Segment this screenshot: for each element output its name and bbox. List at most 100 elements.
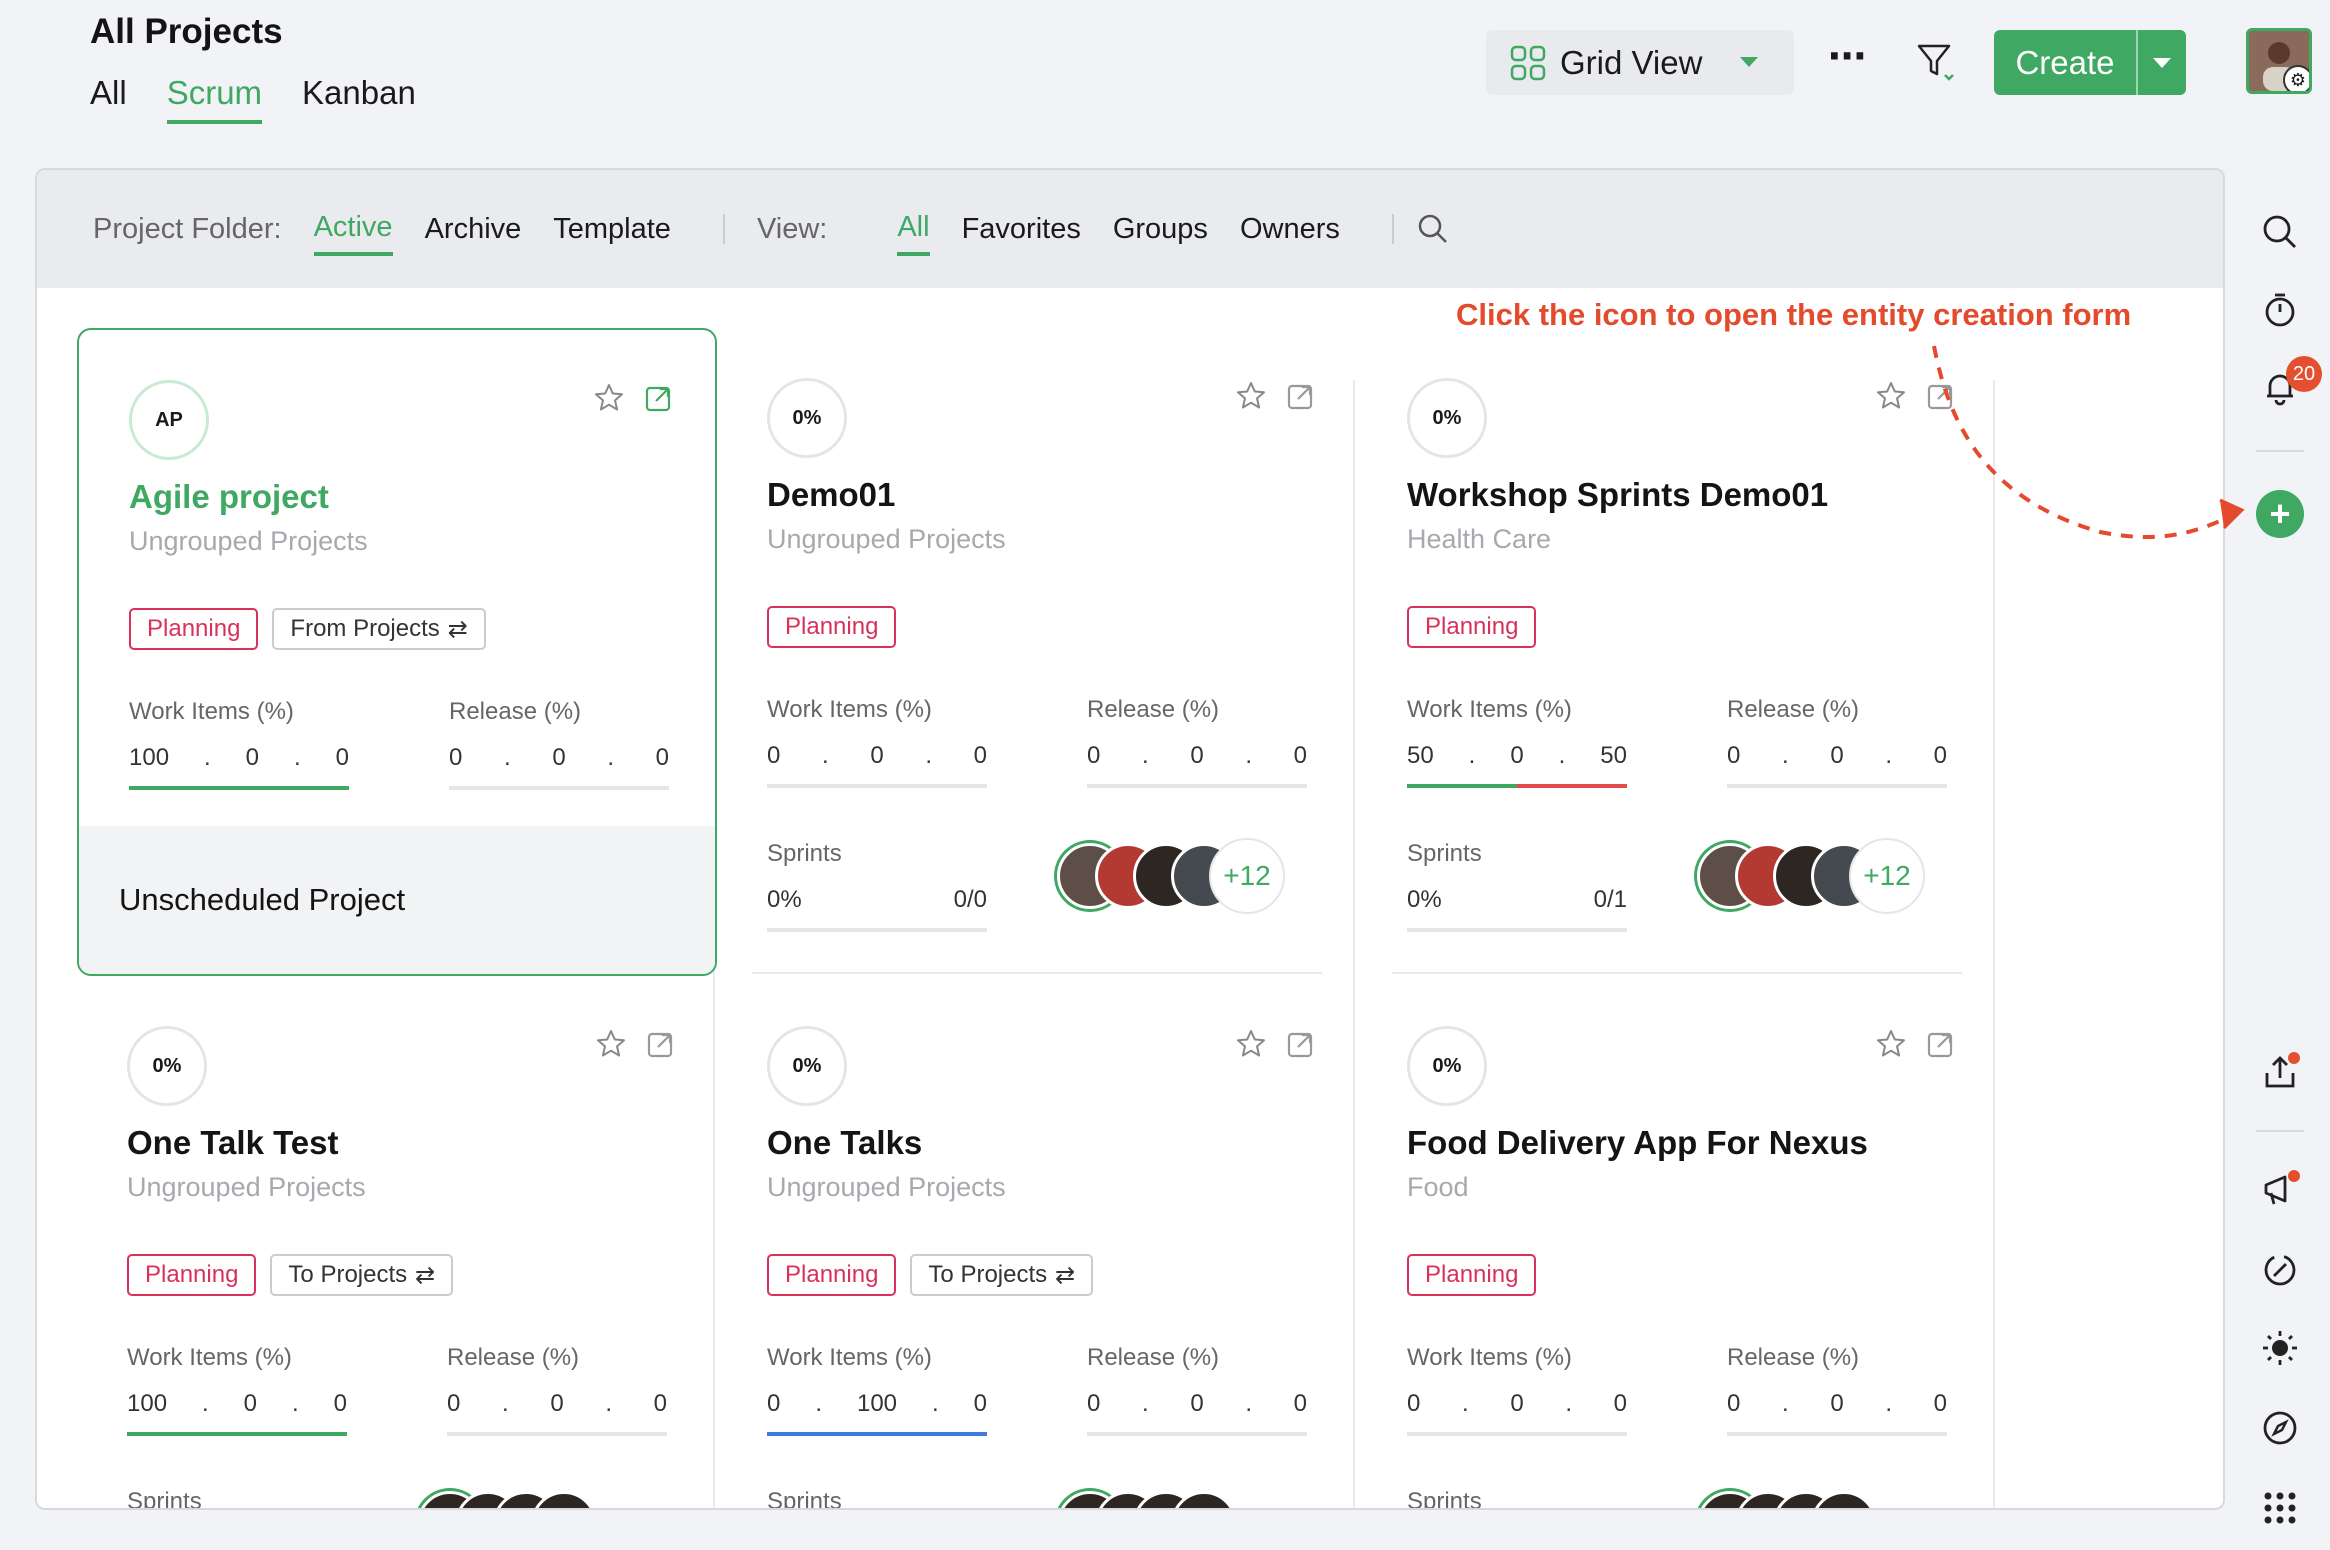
view-all[interactable]: All: [897, 203, 930, 256]
theme-icon[interactable]: [2258, 1326, 2302, 1370]
page-header: All Projects All Scrum Kanban Grid View …: [0, 0, 2330, 170]
progress-fill-overdue: [1517, 784, 1627, 788]
open-in-new-icon[interactable]: [643, 382, 675, 414]
more-options-icon[interactable]: ⋯: [1828, 34, 1868, 79]
project-name[interactable]: One Talks: [767, 1124, 922, 1162]
star-icon[interactable]: [1235, 380, 1267, 412]
sprints-stat: Sprints: [1407, 1488, 1627, 1508]
release-stat: Release (%) 0. 0. 0: [1087, 696, 1307, 788]
notifications-icon[interactable]: 20: [2258, 356, 2322, 410]
flow-badge: From Projects ⇄: [272, 608, 486, 650]
project-group: Ungrouped Projects: [129, 526, 368, 556]
more-members-badge[interactable]: +12: [1209, 838, 1285, 914]
project-name[interactable]: Workshop Sprints Demo01: [1407, 476, 1828, 514]
view-favorites[interactable]: Favorites: [962, 205, 1081, 254]
stat-separator: .: [815, 1390, 822, 1417]
member-avatars[interactable]: [417, 1491, 597, 1508]
project-tags: Planning: [767, 606, 897, 648]
search-icon[interactable]: [2258, 210, 2302, 254]
timer-icon[interactable]: [2258, 288, 2302, 332]
view-selector[interactable]: Grid View: [1486, 30, 1794, 95]
sprints-stat: Sprints: [127, 1488, 347, 1508]
folder-template[interactable]: Template: [553, 205, 671, 254]
star-icon[interactable]: [1875, 1028, 1907, 1060]
more-members-badge[interactable]: +12: [1849, 838, 1925, 914]
project-tags: Planning From Projects ⇄: [129, 608, 486, 650]
user-avatar[interactable]: ⚙: [2246, 28, 2312, 94]
work-items-stat: Work Items (%) 50. 0. 50: [1407, 696, 1627, 788]
release-stat: Release (%) 0. 0. 0: [1727, 1344, 1947, 1436]
stat-value: 100: [129, 744, 170, 771]
stat-value: 0: [447, 1390, 461, 1417]
project-card[interactable]: 0% Demo01 Ungrouped Projects Planning Wo…: [717, 328, 1357, 976]
apps-grid-icon[interactable]: [2258, 1486, 2302, 1530]
progress-circle: 0%: [127, 1026, 207, 1106]
project-name[interactable]: Food Delivery App For Nexus: [1407, 1124, 1868, 1162]
announcements-icon[interactable]: [2258, 1168, 2302, 1212]
status-badge: Planning: [767, 606, 897, 648]
progress-circle: 0%: [1407, 1026, 1487, 1106]
release-label: Release (%): [1087, 1344, 1220, 1371]
add-entity-button[interactable]: +: [2256, 490, 2304, 538]
unscheduled-label: Unscheduled Project: [79, 826, 715, 974]
open-in-new-icon[interactable]: [645, 1028, 677, 1060]
work-items-stat: Work Items (%) 0. 0. 0: [767, 696, 987, 788]
member-avatars[interactable]: +12: [1697, 838, 1925, 914]
star-icon[interactable]: [595, 1028, 627, 1060]
gear-icon[interactable]: ⚙: [2283, 65, 2309, 91]
project-card[interactable]: AP Agile project Ungrouped Projects Plan…: [77, 328, 717, 976]
view-owners[interactable]: Owners: [1240, 205, 1340, 254]
work-items-stat: Work Items (%) 0. 0. 0: [1407, 1344, 1627, 1436]
stat-value: 0: [1190, 742, 1204, 769]
folder-archive[interactable]: Archive: [425, 205, 522, 254]
release-label: Release (%): [1727, 696, 1860, 723]
share-icon[interactable]: [2258, 1050, 2302, 1094]
star-icon[interactable]: [1875, 380, 1907, 412]
tab-kanban[interactable]: Kanban: [302, 74, 416, 124]
link-icon[interactable]: [2258, 1248, 2302, 1292]
star-icon[interactable]: [593, 382, 625, 414]
tab-scrum[interactable]: Scrum: [166, 74, 263, 124]
filter-icon[interactable]: [1916, 42, 1956, 87]
search-icon[interactable]: [1416, 212, 1450, 246]
project-card[interactable]: 0% One Talk Test Ungrouped Projects Plan…: [77, 976, 717, 1508]
create-button[interactable]: Create: [1994, 30, 2186, 95]
stat-separator: .: [925, 742, 932, 769]
open-in-new-icon[interactable]: [1925, 1028, 1957, 1060]
stat-value: 0: [1830, 1390, 1844, 1417]
project-type-tabs: All Scrum Kanban: [90, 74, 416, 124]
stat-value: 0: [335, 744, 349, 771]
member-avatars[interactable]: [1057, 1491, 1237, 1508]
stat-separator: .: [1142, 742, 1149, 769]
project-group: Health Care: [1407, 524, 1552, 554]
member-avatars[interactable]: [1697, 1491, 1877, 1508]
stat-value: 0: [1407, 1390, 1421, 1417]
compass-icon[interactable]: [2258, 1406, 2302, 1450]
project-name[interactable]: Agile project: [129, 478, 329, 516]
view-groups[interactable]: Groups: [1113, 205, 1208, 254]
work-items-label: Work Items (%): [127, 1344, 292, 1371]
open-in-new-icon[interactable]: [1285, 380, 1317, 412]
work-items-label: Work Items (%): [767, 1344, 932, 1371]
member-avatars[interactable]: +12: [1057, 838, 1285, 914]
stat-separator: .: [1782, 742, 1789, 769]
page-title: All Projects: [90, 12, 283, 51]
stat-value: 0: [870, 742, 884, 769]
open-in-new-icon[interactable]: [1285, 1028, 1317, 1060]
project-card[interactable]: 0% Workshop Sprints Demo01 Health Care P…: [1357, 328, 1997, 976]
work-items-label: Work Items (%): [129, 698, 294, 725]
project-name[interactable]: One Talk Test: [127, 1124, 339, 1162]
card-actions: [1235, 380, 1317, 412]
release-label: Release (%): [1727, 1344, 1860, 1371]
folder-active[interactable]: Active: [313, 203, 393, 256]
project-card[interactable]: 0% Food Delivery App For Nexus Food Plan…: [1357, 976, 1997, 1508]
create-dropdown-icon[interactable]: [2138, 30, 2186, 95]
tab-all[interactable]: All: [90, 74, 127, 124]
progress-bar: [1087, 784, 1307, 788]
star-icon[interactable]: [1235, 1028, 1267, 1060]
progress-bar: [1087, 1432, 1307, 1436]
project-card[interactable]: 0% One Talks Ungrouped Projects Planning…: [717, 976, 1357, 1508]
sprint-percent: 0%: [767, 886, 802, 913]
stat-separator: .: [1558, 742, 1566, 769]
project-name[interactable]: Demo01: [767, 476, 895, 514]
